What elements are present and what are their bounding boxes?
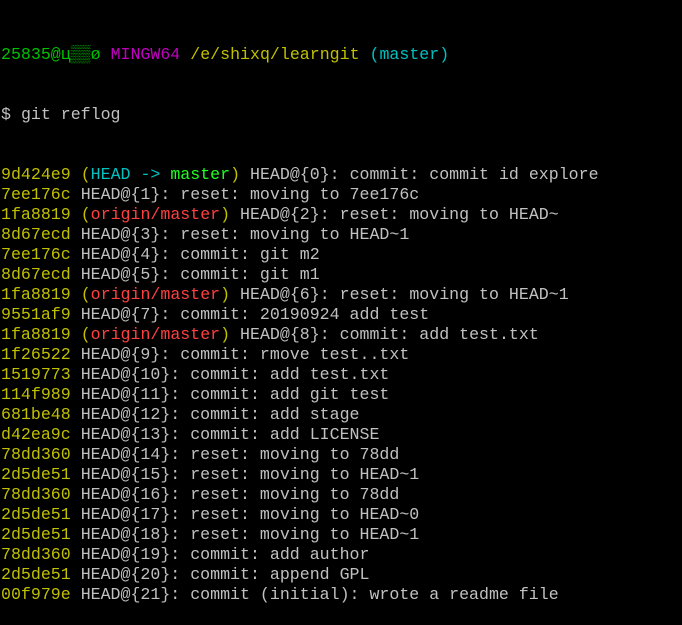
- reflog-message: HEAD@{14}: reset: moving to 78dd: [80, 445, 400, 464]
- reflog-entry: 1519773 HEAD@{10}: commit: add test.txt: [1, 365, 682, 385]
- reflog-message: HEAD@{17}: reset: moving to HEAD~0: [80, 505, 420, 524]
- reflog-message: HEAD@{10}: commit: add test.txt: [80, 365, 390, 384]
- command-text: git reflog: [20, 105, 121, 124]
- ref-paren-open: (: [80, 285, 91, 304]
- commit-hash: 1fa8819: [1, 205, 71, 224]
- commit-hash: 2d5de51: [1, 565, 71, 584]
- terminal-window[interactable]: 25835@ц▒▒ø MINGW64 /e/shixq/learngit (ma…: [0, 0, 682, 625]
- reflog-message: HEAD@{13}: commit: add LICENSE: [80, 425, 380, 444]
- ref-remote-branch: origin/master: [90, 205, 221, 224]
- command-line: $ git reflog: [1, 105, 682, 125]
- reflog-message: HEAD@{12}: commit: add stage: [80, 405, 360, 424]
- commit-hash: 78dd360: [1, 485, 71, 504]
- commit-hash: 681be48: [1, 405, 71, 424]
- reflog-output: 9d424e9 (HEAD -> master) HEAD@{0}: commi…: [1, 165, 682, 605]
- commit-hash: 1f26522: [1, 345, 71, 364]
- reflog-entry: 8d67ecd HEAD@{3}: reset: moving to HEAD~…: [1, 225, 682, 245]
- reflog-entry: 114f989 HEAD@{11}: commit: add git test: [1, 385, 682, 405]
- commit-hash: 78dd360: [1, 545, 71, 564]
- prompt-path: /e/shixq/learngit: [190, 45, 360, 64]
- reflog-entry: 78dd360 HEAD@{14}: reset: moving to 78dd: [1, 445, 682, 465]
- reflog-entry: 681be48 HEAD@{12}: commit: add stage: [1, 405, 682, 425]
- reflog-message: HEAD@{3}: reset: moving to HEAD~1: [80, 225, 410, 244]
- commit-hash: 7ee176c: [1, 185, 71, 204]
- reflog-entry: 9551af9 HEAD@{7}: commit: 20190924 add t…: [1, 305, 682, 325]
- reflog-message: HEAD@{0}: commit: commit id explore: [250, 165, 599, 184]
- reflog-entry: 7ee176c HEAD@{4}: commit: git m2: [1, 245, 682, 265]
- ref-remote-branch: origin/master: [90, 325, 221, 344]
- commit-hash: 2d5de51: [1, 525, 71, 544]
- commit-hash: 78dd360: [1, 445, 71, 464]
- reflog-entry: 1fa8819 (origin/master) HEAD@{8}: commit…: [1, 325, 682, 345]
- ref-paren-close: ): [220, 325, 231, 344]
- commit-hash: 1fa8819: [1, 325, 71, 344]
- prompt-user-host: 25835@ц▒▒ø: [1, 45, 101, 64]
- reflog-message: HEAD@{21}: commit (initial): wrote a rea…: [80, 585, 559, 604]
- reflog-message: HEAD@{5}: commit: git m1: [80, 265, 320, 284]
- reflog-entry: 78dd360 HEAD@{16}: reset: moving to 78dd: [1, 485, 682, 505]
- reflog-message: HEAD@{8}: commit: add test.txt: [240, 325, 539, 344]
- commit-hash: 1519773: [1, 365, 71, 384]
- prompt-shell: MINGW64: [110, 45, 181, 64]
- commit-hash: d42ea9c: [1, 425, 71, 444]
- commit-hash: 9d424e9: [1, 165, 71, 184]
- reflog-entry: 7ee176c HEAD@{1}: reset: moving to 7ee17…: [1, 185, 682, 205]
- ref-head: HEAD ->: [90, 165, 171, 184]
- commit-hash: 9551af9: [1, 305, 71, 324]
- reflog-message: HEAD@{1}: reset: moving to 7ee176c: [80, 185, 420, 204]
- prompt-branch: (master): [369, 45, 450, 64]
- commit-hash: 8d67ecd: [1, 225, 71, 244]
- reflog-entry: 1fa8819 (origin/master) HEAD@{6}: reset:…: [1, 285, 682, 305]
- commit-hash: 1fa8819: [1, 285, 71, 304]
- reflog-message: HEAD@{19}: commit: add author: [80, 545, 370, 564]
- reflog-entry: 8d67ecd HEAD@{5}: commit: git m1: [1, 265, 682, 285]
- ref-local-branch: master: [170, 165, 231, 184]
- reflog-entry: 2d5de51 HEAD@{15}: reset: moving to HEAD…: [1, 465, 682, 485]
- reflog-message: HEAD@{11}: commit: add git test: [80, 385, 390, 404]
- prompt-line: 25835@ц▒▒ø MINGW64 /e/shixq/learngit (ma…: [1, 45, 682, 65]
- ref-paren-open: (: [80, 205, 91, 224]
- reflog-entry: 2d5de51 HEAD@{17}: reset: moving to HEAD…: [1, 505, 682, 525]
- ref-paren-open: (: [80, 325, 91, 344]
- reflog-entry: 1fa8819 (origin/master) HEAD@{2}: reset:…: [1, 205, 682, 225]
- reflog-message: HEAD@{18}: reset: moving to HEAD~1: [80, 525, 420, 544]
- prompt-symbol: $: [1, 105, 11, 124]
- ref-paren-close: ): [220, 285, 231, 304]
- reflog-entry: 9d424e9 (HEAD -> master) HEAD@{0}: commi…: [1, 165, 682, 185]
- reflog-entry: 1f26522 HEAD@{9}: commit: rmove test..tx…: [1, 345, 682, 365]
- commit-hash: 8d67ecd: [1, 265, 71, 284]
- reflog-entry: 2d5de51 HEAD@{18}: reset: moving to HEAD…: [1, 525, 682, 545]
- reflog-message: HEAD@{20}: commit: append GPL: [80, 565, 370, 584]
- ref-remote-branch: origin/master: [90, 285, 221, 304]
- reflog-message: HEAD@{15}: reset: moving to HEAD~1: [80, 465, 420, 484]
- commit-hash: 114f989: [1, 385, 71, 404]
- reflog-entry: d42ea9c HEAD@{13}: commit: add LICENSE: [1, 425, 682, 445]
- reflog-message: HEAD@{9}: commit: rmove test..txt: [80, 345, 410, 364]
- reflog-message: HEAD@{6}: reset: moving to HEAD~1: [240, 285, 569, 304]
- ref-paren-open: (: [80, 165, 91, 184]
- commit-hash: 2d5de51: [1, 505, 71, 524]
- reflog-entry: 00f979e HEAD@{21}: commit (initial): wro…: [1, 585, 682, 605]
- reflog-message: HEAD@{4}: commit: git m2: [80, 245, 320, 264]
- commit-hash: 7ee176c: [1, 245, 71, 264]
- reflog-entry: 2d5de51 HEAD@{20}: commit: append GPL: [1, 565, 682, 585]
- commit-hash: 2d5de51: [1, 465, 71, 484]
- commit-hash: 00f979e: [1, 585, 71, 604]
- ref-paren-close: ): [220, 205, 231, 224]
- reflog-message: HEAD@{2}: reset: moving to HEAD~: [240, 205, 559, 224]
- reflog-message: HEAD@{7}: commit: 20190924 add test: [80, 305, 430, 324]
- reflog-message: HEAD@{16}: reset: moving to 78dd: [80, 485, 400, 504]
- ref-paren-close: ): [230, 165, 241, 184]
- reflog-entry: 78dd360 HEAD@{19}: commit: add author: [1, 545, 682, 565]
